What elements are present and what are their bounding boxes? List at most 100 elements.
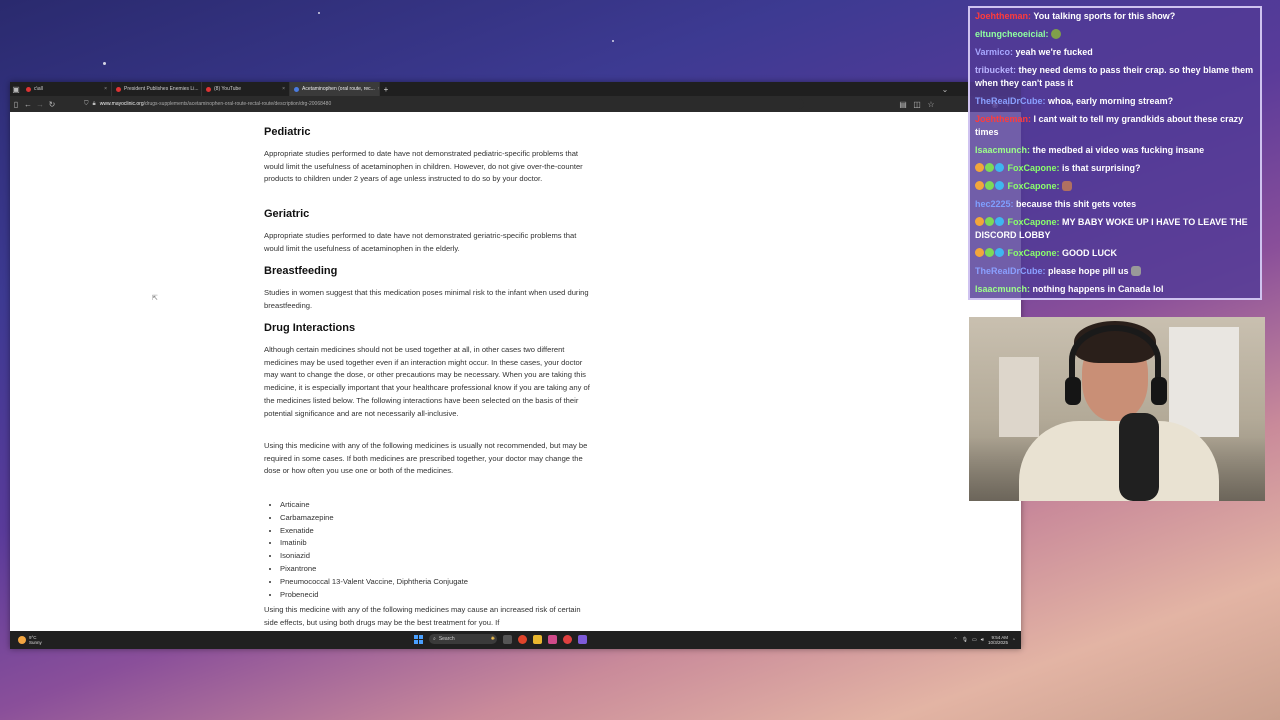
search-placeholder: Search bbox=[438, 636, 455, 642]
geriatric-heading: Geriatric bbox=[264, 208, 310, 220]
breastfeeding-text: Studies in women suggest that this medic… bbox=[264, 288, 589, 310]
pediatric-heading: Pediatric bbox=[264, 126, 311, 138]
chat-text: because this shit gets votes bbox=[1016, 199, 1137, 209]
url-path: /drugs-supplements/acetaminophen-oral-ro… bbox=[143, 101, 332, 107]
tab-mayo-clinic[interactable]: Acetaminophen (oral route, rec... × bbox=[290, 82, 380, 96]
tab-strip: ▣ c\all × President Publishes Enemies Li… bbox=[10, 82, 1021, 96]
new-tab-icon[interactable]: + bbox=[380, 83, 392, 95]
chat-username: FoxCapone: bbox=[1007, 181, 1060, 191]
taskbar-search[interactable]: ⌕ Search ✺ bbox=[429, 634, 497, 644]
chat-username: FoxCapone: bbox=[1007, 248, 1060, 258]
interactions-not-recommended-text: Using this medicine with any of the foll… bbox=[264, 441, 588, 476]
emote-icon bbox=[1062, 181, 1073, 191]
chat-message: Isaacmunch: the medbed ai video was fuck… bbox=[975, 144, 1257, 157]
headset-earcup bbox=[1151, 377, 1167, 405]
badge-icon bbox=[975, 248, 984, 257]
tab-label: (8) YouTube bbox=[214, 86, 242, 92]
emote-icon bbox=[1051, 29, 1062, 39]
browser-window: ▣ c\all × President Publishes Enemies Li… bbox=[10, 82, 1021, 649]
chevron-down-icon[interactable]: ⌄ bbox=[939, 83, 951, 95]
mouse-cursor-icon: ⇱ bbox=[152, 295, 158, 302]
chevron-up-icon[interactable]: ⌃ bbox=[953, 637, 957, 643]
web-page: Pediatric Appropriate studies performed … bbox=[10, 112, 1021, 632]
chat-message: Joehtheman: You talking sports for this … bbox=[975, 10, 1257, 23]
clock[interactable]: 9:54 AM 10/3/2025 bbox=[988, 635, 1008, 645]
chat-message: Joehtheman: I cant wait to tell my grand… bbox=[975, 113, 1257, 139]
badge-icon bbox=[995, 181, 1004, 190]
drug-list: Articaine Carbamazepine Exenatide Imatin… bbox=[264, 499, 468, 601]
task-view-icon[interactable] bbox=[503, 634, 512, 644]
close-icon[interactable]: × bbox=[279, 86, 285, 92]
badge-icon bbox=[995, 248, 1004, 257]
widget-sun-icon: ✺ bbox=[490, 636, 495, 642]
drug-interactions-heading: Drug Interactions bbox=[264, 322, 356, 334]
windows-start-icon[interactable] bbox=[414, 634, 423, 644]
stream-chat-overlay: Joehtheman: You talking sports for this … bbox=[968, 6, 1262, 300]
refresh-icon[interactable]: ↻ bbox=[46, 98, 58, 110]
list-item: Isoniazid bbox=[280, 550, 468, 563]
badge-icon bbox=[995, 163, 1004, 172]
microphone-icon[interactable]: 🎙︎ bbox=[962, 637, 968, 643]
firefox-icon[interactable] bbox=[518, 634, 527, 644]
background-cabinet bbox=[1169, 327, 1239, 437]
list-item: Imatinib bbox=[280, 537, 468, 550]
badge-icon bbox=[985, 217, 994, 226]
badge-icon bbox=[975, 181, 984, 190]
chat-message: TheRealDrCube: please hope pill us bbox=[975, 265, 1257, 278]
chat-message: Isaacmunch: nothing happens in Canada lo… bbox=[975, 283, 1257, 296]
headset-earcup bbox=[1065, 377, 1081, 405]
breastfeeding-heading: Breastfeeding bbox=[264, 265, 338, 277]
chat-message: FoxCapone: GOOD LUCK bbox=[975, 247, 1257, 260]
badge-icon bbox=[975, 217, 984, 226]
chat-username: Joehtheman: bbox=[975, 114, 1032, 124]
windows-taskbar: 9°C Sunny ⌕ Search ✺ ⌃ 🎙︎ ▭ 🔊︎ 9:54 AM 1… bbox=[10, 631, 1021, 649]
chat-text: yeah we're fucked bbox=[1015, 47, 1093, 57]
chat-message: tribucket: they need dems to pass their … bbox=[975, 64, 1257, 90]
volume-icon[interactable]: 🔊︎ bbox=[981, 637, 984, 643]
shield-icon: ⛉ bbox=[84, 100, 89, 107]
browser-menu-icon[interactable]: ▣ bbox=[10, 83, 22, 95]
file-explorer-icon[interactable] bbox=[533, 634, 542, 644]
mayo-icon bbox=[294, 86, 299, 92]
page-icon bbox=[116, 86, 121, 92]
chat-message: TheRealDrCube: whoa, early morning strea… bbox=[975, 95, 1257, 108]
bookmark-star-icon[interactable]: ☆ bbox=[925, 98, 937, 110]
tab-news[interactable]: President Publishes Enemies Li... × bbox=[112, 82, 202, 96]
badge-icon bbox=[975, 163, 984, 172]
back-icon[interactable]: ← bbox=[22, 98, 34, 110]
chat-text: You talking sports for this show? bbox=[1033, 11, 1176, 21]
split-view-icon[interactable]: ◫ bbox=[911, 98, 923, 110]
interactions-increased-risk-text: Using this medicine with any of the foll… bbox=[264, 605, 581, 627]
close-icon[interactable]: × bbox=[101, 86, 107, 92]
lock-icon: 🔒︎ bbox=[92, 100, 96, 107]
pediatric-text: Appropriate studies performed to date ha… bbox=[264, 149, 583, 184]
badge-icon bbox=[985, 181, 994, 190]
tab-twitch[interactable]: c\all × bbox=[22, 82, 112, 96]
reader-view-icon[interactable]: ▤ bbox=[897, 98, 909, 110]
list-item: Pneumococcal 13-Valent Vaccine, Diphther… bbox=[280, 576, 468, 589]
obs-icon[interactable] bbox=[578, 634, 587, 644]
chat-message: FoxCapone: is that surprising? bbox=[975, 162, 1257, 175]
forward-icon[interactable]: → bbox=[34, 98, 46, 110]
chat-username: eltungcheoeicial: bbox=[975, 29, 1049, 39]
chat-username: TheRealDrCube: bbox=[975, 266, 1046, 276]
background-star bbox=[318, 12, 320, 14]
system-tray: ⌃ 🎙︎ ▭ 🔊︎ 9:54 AM 10/3/2025 ◔ bbox=[953, 635, 1021, 645]
sidebar-icon[interactable]: ▯ bbox=[10, 98, 22, 110]
address-bar[interactable]: ⛉ 🔒︎ www.mayoclinic.org/drugs-supplement… bbox=[84, 99, 804, 109]
twitch-icon bbox=[26, 86, 31, 92]
list-item: Exenatide bbox=[280, 525, 468, 538]
notification-icon[interactable]: ◔ bbox=[1012, 637, 1015, 643]
chat-text: the medbed ai video was fucking insane bbox=[1032, 145, 1205, 155]
chrome-icon[interactable] bbox=[563, 634, 572, 644]
chat-message: FoxCapone: bbox=[975, 180, 1257, 193]
chat-message: hec2225: because this shit gets votes bbox=[975, 198, 1257, 211]
chat-text: GOOD LUCK bbox=[1062, 248, 1118, 258]
weather-desc: Sunny bbox=[29, 640, 42, 645]
weather-widget[interactable]: 9°C Sunny bbox=[18, 635, 42, 645]
tab-youtube[interactable]: (8) YouTube × bbox=[202, 82, 290, 96]
badge-icon bbox=[985, 248, 994, 257]
network-icon[interactable]: ▭ bbox=[972, 637, 977, 643]
chat-username: hec2225: bbox=[975, 199, 1014, 209]
app-icon[interactable] bbox=[548, 634, 557, 644]
